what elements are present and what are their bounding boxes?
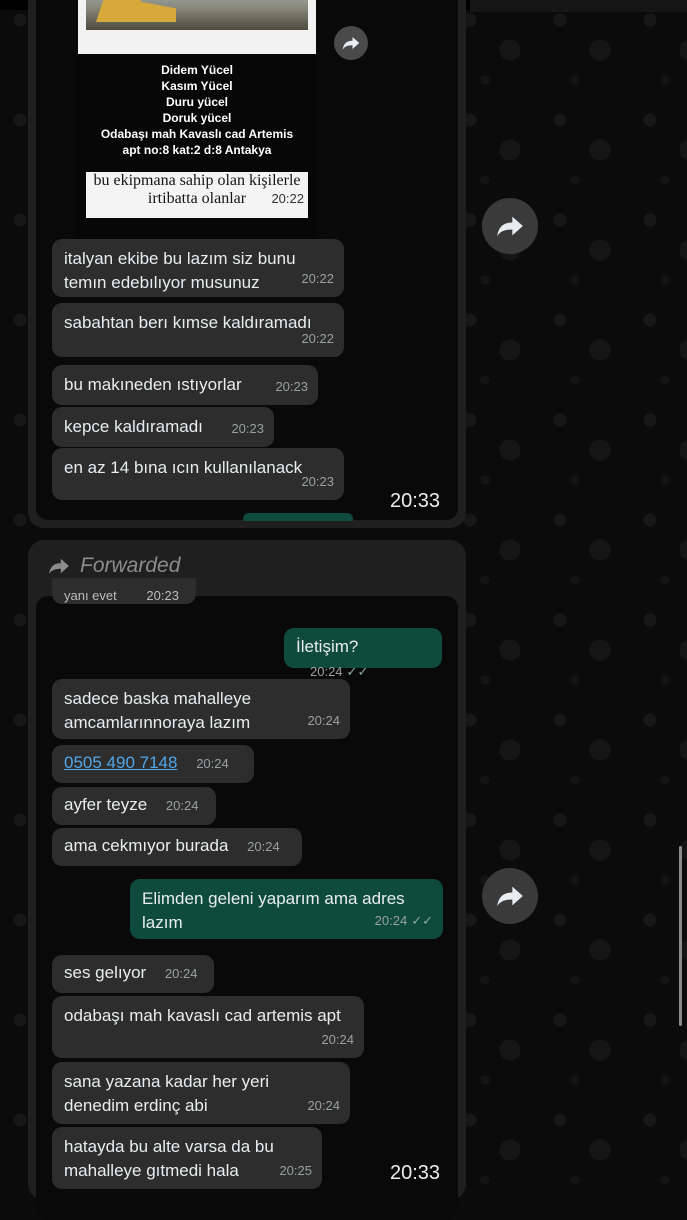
message-text: ses gelıyor [64, 963, 147, 982]
message-bubble[interactable]: ses gelıyor 20:24 [52, 955, 214, 993]
message-bubble[interactable]: sadece baska mahalleye amcamlarınnoraya … [52, 679, 350, 739]
forward-button-2[interactable] [482, 868, 538, 924]
message-bubble[interactable]: bu makıneden ıstıyorlar 20:23 [52, 365, 318, 405]
cut-off-time: 20:23 [146, 588, 179, 603]
cut-off-text: yanı evet [64, 588, 117, 603]
message-text: sana yazana kadar her yeri denedim erdin… [64, 1072, 274, 1115]
top-edge-right [470, 0, 687, 12]
screenshot-content-1: Didem Yücel Kasım Yücel Duru yücel Doruk… [36, 0, 458, 520]
message-text: sabahtan berı kımse kaldıramadı [64, 313, 312, 332]
paper-note: bu ekipmana sahip olan kişilerle irtibat… [86, 172, 308, 218]
forwarded-text: Forwarded [80, 554, 181, 577]
share-arrow-icon [497, 886, 523, 907]
share-arrow-icon [497, 216, 523, 237]
scrollbar[interactable] [679, 846, 682, 1026]
phone-number-link[interactable]: 0505 490 7148 [64, 753, 177, 772]
message-text: hatayda bu alte varsa da bu mahalleye gı… [64, 1137, 279, 1180]
message-text: sadece baska mahalleye amcamlarınnoraya … [64, 689, 256, 732]
message-bubble[interactable]: kepce kaldıramadı 20:23 [52, 407, 274, 447]
message-time: 20:24 [196, 756, 229, 771]
message-bubble[interactable]: italyan ekibe bu lazım siz bunu temın ed… [52, 239, 344, 297]
read-receipt-icon: ✓✓ [346, 664, 369, 679]
message-bubble[interactable]: en az 14 bına ıcın kullanılanack 20:23 [52, 448, 344, 500]
attached-document-image[interactable]: Didem Yücel Kasım Yücel Duru yücel Doruk… [78, 54, 316, 244]
message-time: 20:24 [307, 1098, 340, 1113]
message-time: 20:24 [307, 713, 340, 728]
message-time: 20:24 ✓✓ [375, 909, 433, 933]
forward-button-1[interactable] [482, 198, 538, 254]
message-time: 20:23 [301, 474, 334, 489]
screenshot-status-time: 20:33 [390, 1162, 441, 1184]
screenshot-status-time: 20:33 [390, 490, 441, 512]
message-time: 20:24 [165, 798, 199, 813]
message-text: en az 14 bına ıcın kullanılanack [64, 458, 303, 477]
message-time: 20:24 [321, 1032, 354, 1047]
message-text: italyan ekibe bu lazım siz bunu temın ed… [64, 249, 301, 292]
message-time: 20:23 [275, 379, 308, 394]
message-bubble[interactable]: hatayda bu alte varsa da bu mahalleye gı… [52, 1127, 322, 1189]
forward-arrow-icon [49, 558, 69, 575]
doc-line: apt no:8 kat:2 d:8 Antakya [122, 143, 272, 157]
share-arrow-icon [342, 37, 360, 50]
message-text: İletişim? [296, 637, 359, 656]
message-time: 20:22 [301, 331, 334, 346]
message-bubble[interactable]: ama cekmıyor burada 20:24 [52, 828, 302, 866]
message-bubble[interactable]: ayfer teyze 20:24 [52, 787, 216, 825]
doc-line: Kasım Yücel [161, 79, 233, 93]
outgoing-message-bubble[interactable]: İletişim? 20:24 ✓✓ [284, 628, 442, 679]
doc-line: Doruk yücel [162, 111, 232, 125]
message-bubble[interactable]: odabaşı mah kavaslı cad artemis apt 20:2… [52, 996, 364, 1058]
message-time: 20:25 [279, 1163, 312, 1178]
doc-line: Duru yücel [165, 95, 228, 109]
doc-line: Odabaşı mah Kavaslı cad Artemis [100, 127, 294, 141]
outgoing-message-bubble[interactable]: Elimden geleni yaparım ama adres lazım 2… [130, 879, 443, 939]
message-bubble[interactable]: 0505 490 7148 20:24 [52, 745, 254, 783]
forward-image-button[interactable] [334, 26, 368, 60]
message-time: 20:23 [231, 421, 264, 436]
message-time: 20:22 [301, 271, 334, 286]
cut-off-message: yanı evet 20:23 [64, 588, 179, 603]
message-time: 20:24 [164, 966, 198, 981]
message-time: 20:24 [247, 839, 280, 854]
doc-line: Didem Yücel [161, 63, 233, 77]
paper-note-text: bu ekipmana sahip olan kişilerle irtibat… [93, 172, 301, 207]
forwarded-label: Forwarded [48, 554, 180, 578]
message-text: bu makıneden ıstıyorlar [64, 375, 242, 394]
message-text: ama cekmıyor burada [64, 836, 229, 855]
read-receipt-icon: ✓✓ [411, 913, 433, 928]
message-bubble[interactable]: sabahtan berı kımse kaldıramadı 20:22 [52, 303, 344, 357]
message-text: odabaşı mah kavaslı cad artemis apt [64, 1006, 341, 1025]
message-text: ayfer teyze [64, 795, 148, 814]
forwarded-image-card-1[interactable]: Didem Yücel Kasım Yücel Duru yücel Doruk… [28, 0, 466, 528]
attached-photo[interactable] [78, 0, 316, 54]
image-timestamp: 20:22 [271, 191, 304, 206]
excavator-image [96, 0, 176, 22]
excavator-photo [86, 0, 308, 30]
names-list: Didem Yücel Kasım Yücel Duru yücel Doruk… [78, 62, 316, 158]
outgoing-bubble-edge [243, 513, 353, 521]
message-bubble[interactable]: sana yazana kadar her yeri denedim erdin… [52, 1062, 350, 1124]
